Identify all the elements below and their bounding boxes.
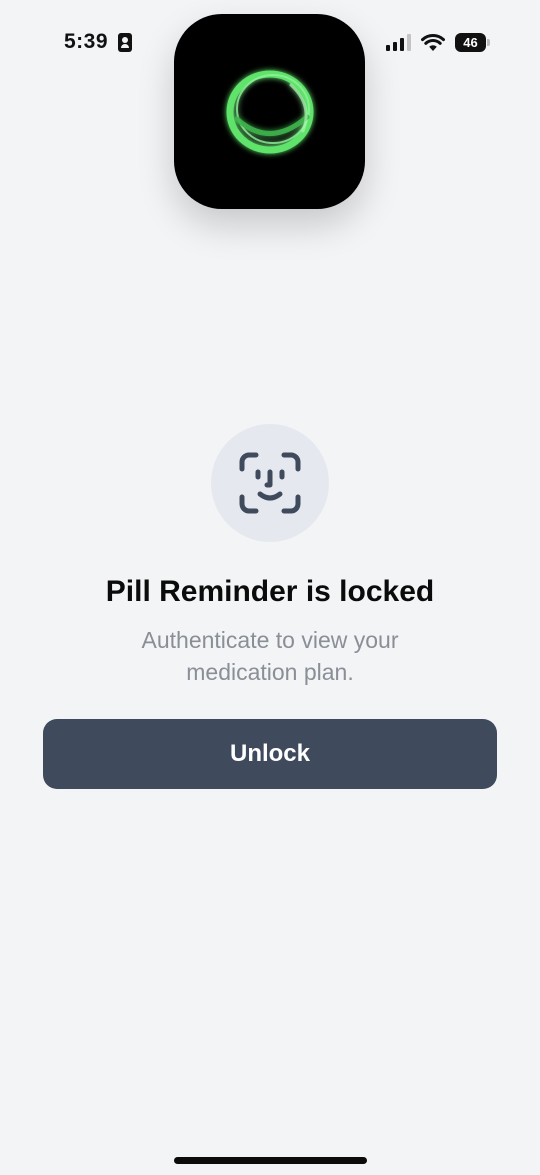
green-ring-logo-icon <box>226 70 313 153</box>
wifi-icon <box>421 34 445 51</box>
locked-title: Pill Reminder is locked <box>105 575 435 608</box>
face-id-icon <box>239 452 301 514</box>
status-time: 5:39 <box>64 30 109 53</box>
contact-card-icon <box>118 33 132 52</box>
locked-subtitle: Authenticate to view your medication pla… <box>141 627 399 685</box>
lock-screen: 5:39 46 Pill Reminder is locked Authenti… <box>0 0 540 1175</box>
battery-cap <box>487 39 490 46</box>
home-indicator[interactable] <box>174 1157 367 1164</box>
app-icon <box>174 14 365 209</box>
battery-icon: 46 <box>455 33 491 53</box>
battery-level: 46 <box>455 33 486 52</box>
cellular-signal-icon <box>386 34 411 51</box>
unlock-button[interactable]: Unlock <box>43 719 497 789</box>
face-id-badge <box>211 424 329 542</box>
